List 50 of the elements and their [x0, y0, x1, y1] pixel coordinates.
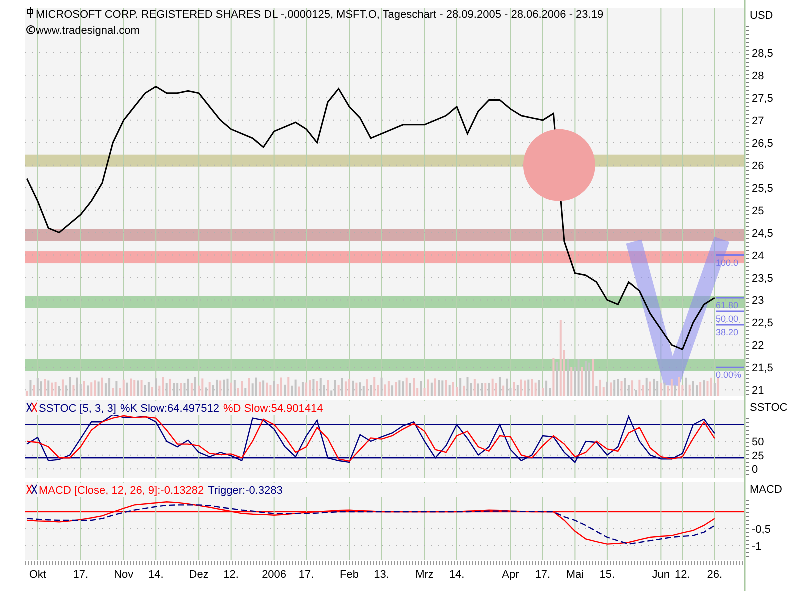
date-label: 15. — [600, 569, 616, 581]
axis-label: 23,5 — [752, 272, 774, 285]
date-label: 14. — [449, 569, 465, 581]
date-label: 14. — [148, 569, 164, 581]
date-label: 2006 — [262, 569, 287, 581]
axis-label: 28,5 — [752, 48, 774, 60]
axis-title: USD — [750, 10, 774, 22]
fib-label: 50.00 — [716, 314, 739, 324]
date-label: 12. — [675, 569, 690, 581]
axis-label: -1 — [752, 541, 762, 554]
axis-label: 25 — [752, 205, 764, 218]
axis-label: 25,5 — [752, 182, 774, 195]
axis-label: 25 — [752, 450, 764, 462]
axis-label: 24 — [752, 250, 764, 262]
axis-label: 26 — [752, 160, 764, 172]
axis-label: 22 — [752, 340, 764, 352]
indicator-legend: SSTOC [5, 3, 3] %K Slow:64.497512 %D Slow:54.901414 — [39, 403, 324, 415]
date-label: 17. — [73, 569, 89, 581]
axis-label: 50 — [752, 436, 764, 448]
date-label: Dez — [189, 569, 209, 581]
fib-label: 0.00% — [716, 370, 742, 380]
axis-label: -0,5 — [752, 524, 771, 536]
axis-label: 21 — [752, 385, 764, 398]
axis-label: 24,5 — [752, 228, 774, 240]
date-label: Okt — [29, 569, 46, 581]
axis-title: SSTOC — [750, 402, 788, 414]
date-label: 26. — [707, 569, 723, 581]
date-label: Mrz — [416, 569, 434, 581]
indicator-legend: MACD [Close, 12, 26, 9]:-0.13282 Trigger:-0.3283 — [39, 485, 283, 497]
date-label: Apr — [502, 569, 520, 581]
date-label: Jun — [652, 569, 670, 581]
fib-label: 38.20 — [716, 327, 739, 338]
axis-label: 22,5 — [752, 318, 774, 330]
axis-title: MACD — [750, 484, 782, 496]
date-label: Nov — [114, 569, 134, 581]
axis-label: 28 — [752, 70, 764, 82]
date-label: 13. — [374, 569, 390, 581]
chart-title: MICROSOFT CORP. REGISTERED SHARES DL -,0000125, MSFT.O, Tageschart - 28.09.2005 - 28.06.2006 - 23.19 — [36, 9, 604, 21]
fib-label: 61.80 — [716, 300, 739, 310]
date-label: Mai — [566, 569, 584, 581]
date-label: 17. — [535, 569, 551, 581]
axis-label: 21,5 — [752, 362, 774, 375]
axis-label: 27,5 — [752, 92, 774, 105]
axis-label: 27 — [752, 115, 764, 128]
date-label: 17. — [298, 569, 314, 581]
date-label: Feb — [340, 569, 360, 581]
axis-label: 23 — [752, 295, 764, 308]
date-label: 12. — [224, 569, 239, 581]
axis-label: 0 — [752, 464, 758, 476]
axis-label: 26,5 — [752, 138, 774, 150]
